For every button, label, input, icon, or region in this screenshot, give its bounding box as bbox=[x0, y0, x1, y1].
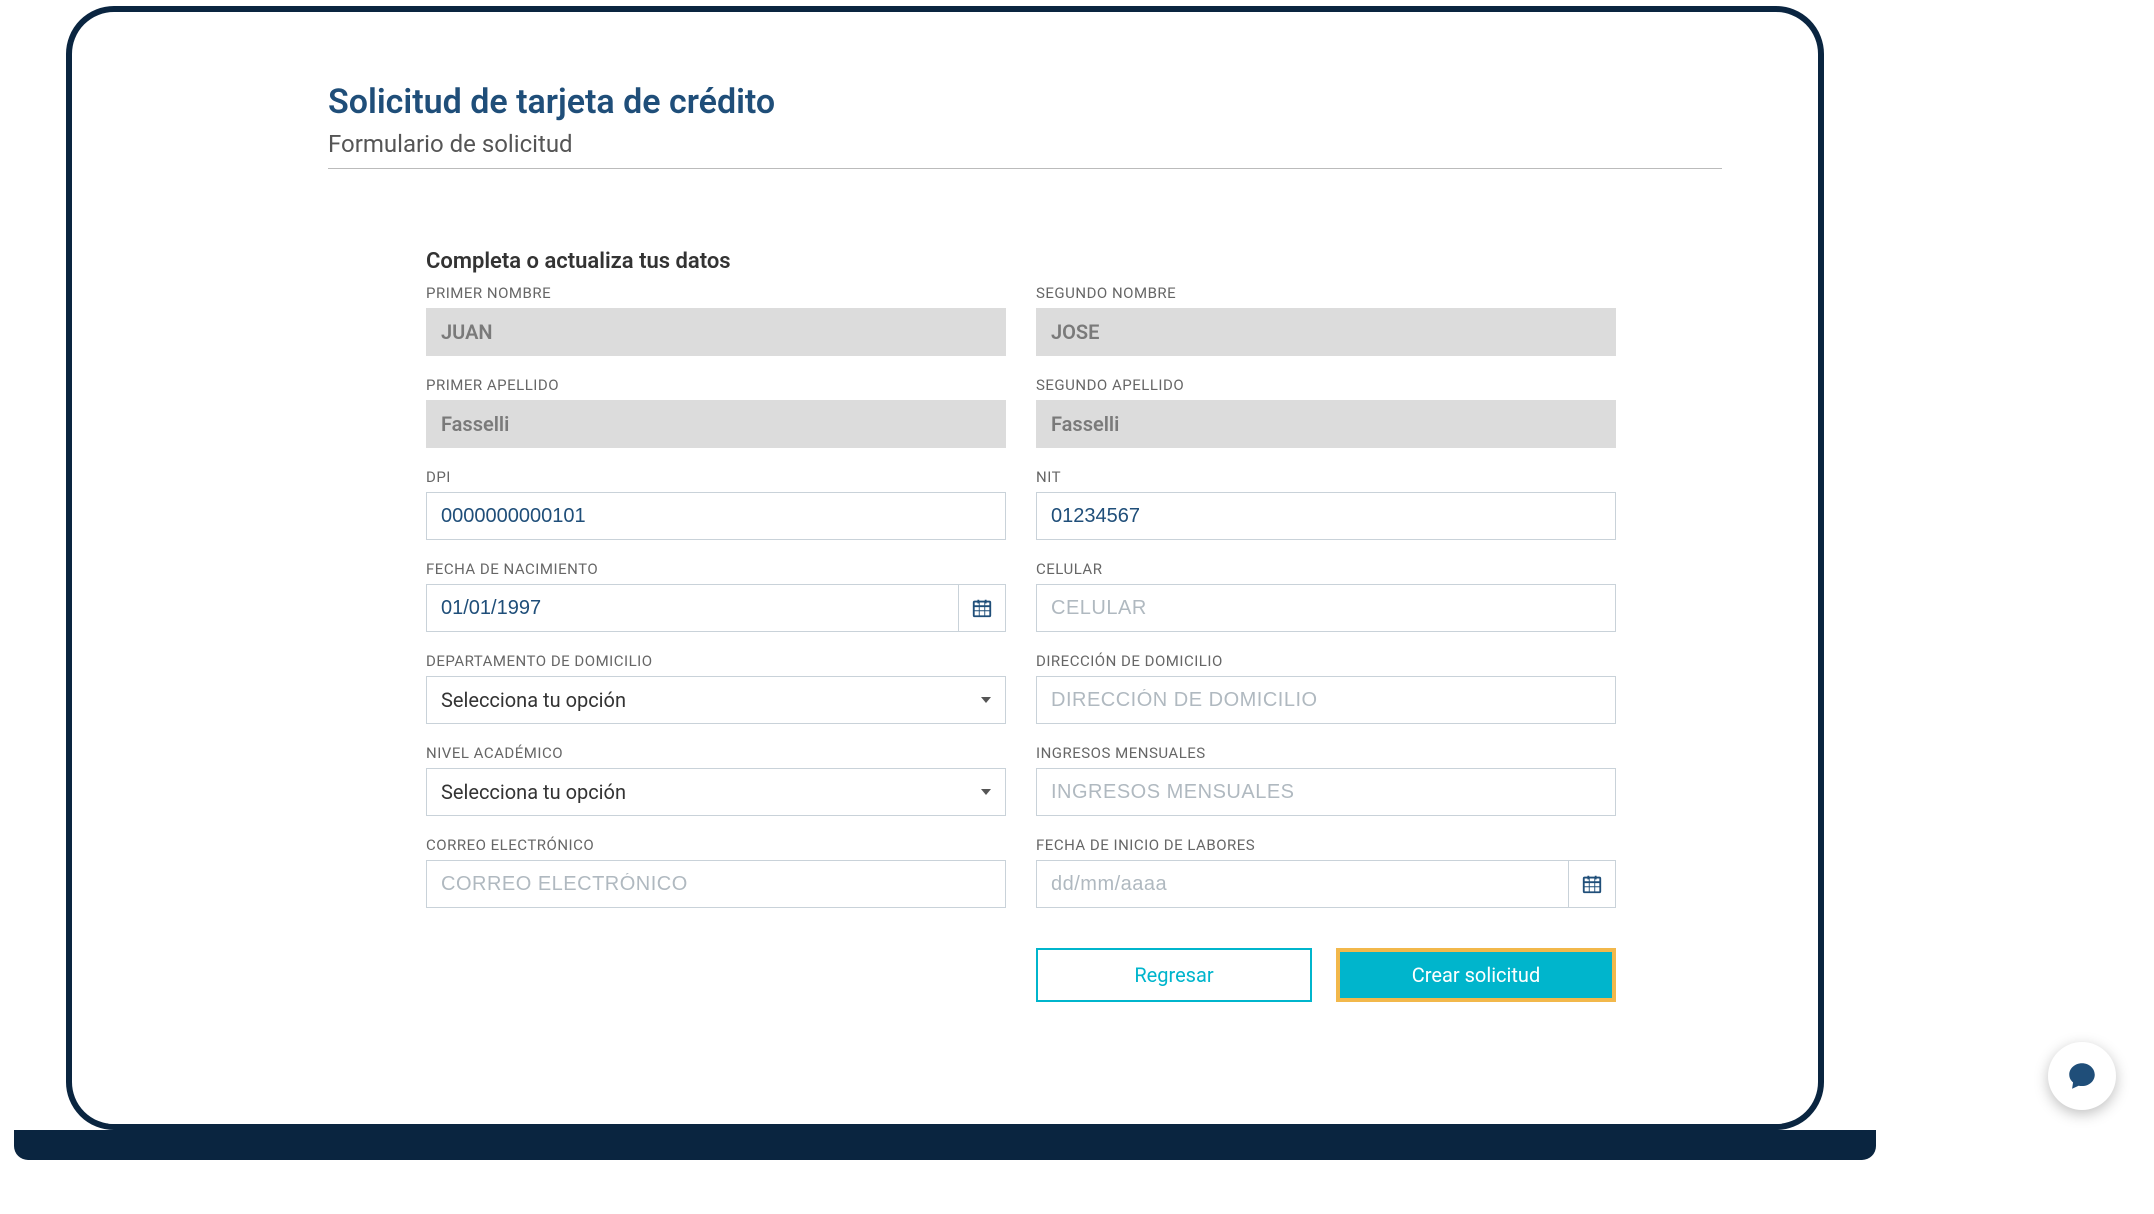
field-fecha-inicio-labores: FECHA DE INICIO DE LABORES bbox=[1036, 836, 1616, 908]
back-button[interactable]: Regresar bbox=[1036, 948, 1312, 1002]
input-ingresos-wrap[interactable] bbox=[1036, 768, 1616, 816]
input-direccion-wrap[interactable] bbox=[1036, 676, 1616, 724]
input-nit-wrap[interactable] bbox=[1036, 492, 1616, 540]
label-celular: CELULAR bbox=[1036, 560, 1616, 578]
submit-button[interactable]: Crear solicitud bbox=[1336, 948, 1616, 1002]
field-dpi: DPI bbox=[426, 468, 1006, 540]
select-departamento-text: Selecciona tu opción bbox=[441, 688, 626, 712]
chat-button[interactable] bbox=[2048, 1042, 2116, 1110]
input-correo-wrap[interactable] bbox=[426, 860, 1006, 908]
field-primer-apellido: PRIMER APELLIDO Fasselli bbox=[426, 376, 1006, 448]
label-dpi: DPI bbox=[426, 468, 1006, 486]
input-primer-nombre: JUAN bbox=[426, 308, 1006, 356]
input-dpi[interactable] bbox=[441, 493, 991, 539]
input-ingresos[interactable] bbox=[1051, 769, 1601, 815]
field-nivel-academico: NIVEL ACADÉMICO Selecciona tu opción bbox=[426, 744, 1006, 816]
field-ingresos: INGRESOS MENSUALES bbox=[1036, 744, 1616, 816]
input-fecha-labores[interactable] bbox=[1051, 861, 1554, 907]
label-fecha-nacimiento: FECHA DE NACIMIENTO bbox=[426, 560, 1006, 578]
date-labores-wrap bbox=[1036, 860, 1616, 908]
input-segundo-apellido: Fasselli bbox=[1036, 400, 1616, 448]
label-departamento: DEPARTAMENTO DE DOMICILIO bbox=[426, 652, 1006, 670]
label-ingresos: INGRESOS MENSUALES bbox=[1036, 744, 1616, 762]
calendar-icon bbox=[971, 597, 993, 619]
calendar-icon bbox=[1581, 873, 1603, 895]
screen-content: Solicitud de tarjeta de crédito Formular… bbox=[108, 42, 1782, 1124]
input-fecha-labores-wrap[interactable] bbox=[1036, 860, 1568, 908]
label-nit: NIT bbox=[1036, 468, 1616, 486]
label-fecha-inicio-labores: FECHA DE INICIO DE LABORES bbox=[1036, 836, 1616, 854]
select-nivel-academico[interactable]: Selecciona tu opción bbox=[426, 768, 1006, 816]
calendar-button-nacimiento[interactable] bbox=[958, 584, 1006, 632]
input-dpi-wrap[interactable] bbox=[426, 492, 1006, 540]
field-segundo-nombre: SEGUNDO NOMBRE JOSE bbox=[1036, 284, 1616, 356]
page-subtitle: Formulario de solicitud bbox=[328, 130, 1722, 169]
label-segundo-nombre: SEGUNDO NOMBRE bbox=[1036, 284, 1616, 302]
label-segundo-apellido: SEGUNDO APELLIDO bbox=[1036, 376, 1616, 394]
field-correo: CORREO ELECTRÓNICO bbox=[426, 836, 1006, 908]
field-primer-nombre: PRIMER NOMBRE JUAN bbox=[426, 284, 1006, 356]
field-nit: NIT bbox=[1036, 468, 1616, 540]
label-correo: CORREO ELECTRÓNICO bbox=[426, 836, 1006, 854]
page-title: Solicitud de tarjeta de crédito bbox=[328, 82, 1722, 122]
input-celular[interactable] bbox=[1051, 585, 1601, 631]
spacer bbox=[426, 928, 1006, 1002]
input-nit[interactable] bbox=[1051, 493, 1601, 539]
chevron-down-icon bbox=[981, 789, 991, 795]
chevron-down-icon bbox=[981, 697, 991, 703]
input-fecha-nacimiento[interactable] bbox=[441, 585, 944, 631]
field-direccion: DIRECCIÓN DE DOMICILIO bbox=[1036, 652, 1616, 724]
chat-icon bbox=[2065, 1059, 2099, 1093]
field-fecha-nacimiento: FECHA DE NACIMIENTO bbox=[426, 560, 1006, 632]
input-segundo-nombre: JOSE bbox=[1036, 308, 1616, 356]
input-direccion[interactable] bbox=[1051, 677, 1601, 723]
label-nivel-academico: NIVEL ACADÉMICO bbox=[426, 744, 1006, 762]
laptop-frame: Solicitud de tarjeta de crédito Formular… bbox=[66, 6, 1824, 1130]
select-departamento[interactable]: Selecciona tu opción bbox=[426, 676, 1006, 724]
label-primer-apellido: PRIMER APELLIDO bbox=[426, 376, 1006, 394]
section-heading: Completa o actualiza tus datos bbox=[426, 249, 1616, 274]
input-correo[interactable] bbox=[441, 861, 991, 907]
date-nacimiento-wrap bbox=[426, 584, 1006, 632]
calendar-button-labores[interactable] bbox=[1568, 860, 1616, 908]
laptop-base bbox=[14, 1130, 1876, 1160]
input-primer-apellido: Fasselli bbox=[426, 400, 1006, 448]
label-primer-nombre: PRIMER NOMBRE bbox=[426, 284, 1006, 302]
input-fecha-nacimiento-wrap[interactable] bbox=[426, 584, 958, 632]
input-celular-wrap[interactable] bbox=[1036, 584, 1616, 632]
button-row: Regresar Crear solicitud bbox=[1036, 948, 1616, 1002]
field-departamento: DEPARTAMENTO DE DOMICILIO Selecciona tu … bbox=[426, 652, 1006, 724]
select-nivel-academico-text: Selecciona tu opción bbox=[441, 780, 626, 804]
field-segundo-apellido: SEGUNDO APELLIDO Fasselli bbox=[1036, 376, 1616, 448]
field-celular: CELULAR bbox=[1036, 560, 1616, 632]
form-wrap: Completa o actualiza tus datos PRIMER NO… bbox=[426, 249, 1616, 1002]
label-direccion: DIRECCIÓN DE DOMICILIO bbox=[1036, 652, 1616, 670]
form-grid: PRIMER NOMBRE JUAN SEGUNDO NOMBRE JOSE P… bbox=[426, 284, 1616, 1002]
